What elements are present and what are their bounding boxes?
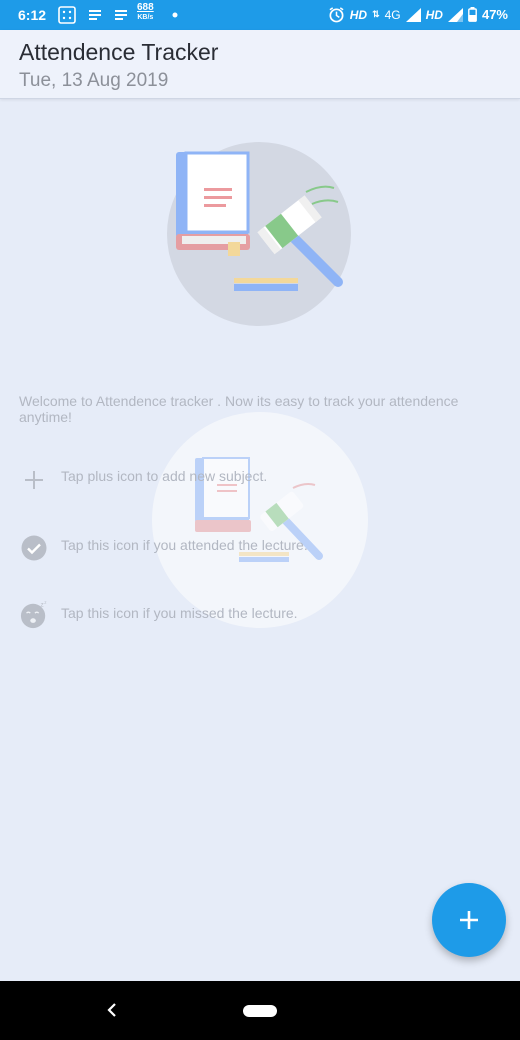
signal-icon bbox=[405, 7, 421, 22]
speed-unit: KB/s bbox=[137, 14, 154, 21]
status-bar: 6:12 688 KB/s HD ⇅ 4G HD 47% bbox=[0, 0, 520, 30]
hd-label-2: HD bbox=[425, 7, 443, 22]
book-gavel-illustration bbox=[160, 140, 360, 330]
app-title: Attendence Tracker bbox=[19, 39, 219, 65]
status-right: HD ⇅ 4G HD 47% bbox=[328, 6, 508, 23]
notes-icon-2 bbox=[113, 6, 129, 24]
app-date: Tue, 13 Aug 2019 bbox=[19, 70, 169, 91]
status-time: 6:12 bbox=[18, 7, 47, 23]
tip-missed: Tap this icon if you missed the lecture. bbox=[61, 605, 298, 621]
battery-icon bbox=[468, 7, 477, 22]
add-subject-button[interactable] bbox=[432, 883, 506, 957]
home-button[interactable] bbox=[243, 1005, 277, 1017]
hd-label-1: HD bbox=[349, 7, 368, 22]
signal-icon-2 bbox=[447, 7, 463, 22]
notes-icon bbox=[87, 6, 103, 24]
alarm-icon bbox=[328, 6, 345, 23]
svg-text:z: z bbox=[41, 602, 44, 609]
back-icon[interactable] bbox=[104, 1000, 120, 1020]
check-circle-icon bbox=[20, 534, 48, 562]
arrows-icon: ⇅ bbox=[372, 9, 380, 19]
network-speed: 688 KB/s bbox=[137, 2, 154, 22]
plus-icon bbox=[20, 466, 48, 494]
app-bar: Attendence Tracker Tue, 13 Aug 2019 bbox=[0, 30, 520, 99]
speed-value: 688 bbox=[137, 2, 154, 13]
svg-text:z: z bbox=[44, 600, 47, 605]
dot-icon bbox=[172, 6, 178, 24]
sleep-face-icon: zz bbox=[20, 600, 48, 629]
plus-icon bbox=[460, 911, 478, 929]
calculator-icon bbox=[58, 6, 76, 24]
network-type: 4G bbox=[384, 7, 401, 22]
navigation-bar bbox=[0, 981, 520, 1040]
tip-attended: Tap this icon if you attended the lectur… bbox=[61, 537, 308, 553]
battery-percent: 47% bbox=[481, 7, 508, 22]
tip-add-subject: Tap plus icon to add new subject. bbox=[61, 468, 268, 484]
